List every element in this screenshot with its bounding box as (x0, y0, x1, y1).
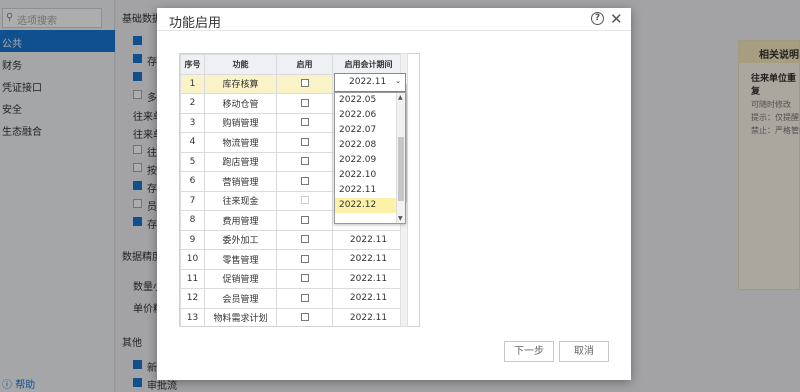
feature-name: 委外加工 (204, 229, 277, 250)
feature-name: 往来现金 (204, 190, 277, 211)
period-cell: 2022.11 (332, 229, 405, 250)
column-header: 功能 (204, 54, 277, 75)
feature-name: 会员管理 (204, 288, 277, 309)
enable-cell (276, 151, 333, 172)
column-header: 序号 (180, 54, 205, 75)
enable-cell (276, 307, 333, 326)
table-header-row: 序号 功能 启用 启用会计期间 (180, 54, 405, 75)
feature-enable-dialog: 功能启用 ? ✕ 序号 功能 启用 启用会计期间 1 库存核算 2 移动仓管 3… (157, 8, 631, 380)
feature-name: 促销管理 (204, 268, 277, 289)
enable-checkbox[interactable] (300, 118, 309, 127)
row-index: 12 (180, 288, 205, 309)
row-index: 7 (180, 190, 205, 211)
next-step-button[interactable]: 下一步 (504, 341, 554, 362)
enable-cell (276, 190, 333, 211)
period-dropdown-list: 2022.05 2022.06 2022.07 2022.08 2022.09 … (334, 92, 406, 224)
enable-checkbox[interactable] (300, 313, 309, 322)
enable-checkbox[interactable] (300, 274, 309, 283)
period-option[interactable]: 2022.11 (335, 183, 397, 198)
period-option[interactable]: 2022.06 (335, 108, 397, 123)
enable-cell (276, 132, 333, 153)
scrollbar-thumb[interactable] (398, 137, 404, 201)
enable-cell (276, 112, 333, 133)
row-index: 10 (180, 249, 205, 270)
period-option[interactable]: 2022.07 (335, 123, 397, 138)
table-row[interactable]: 12 会员管理 2022.11 (180, 288, 405, 309)
feature-name: 移动仓管 (204, 93, 277, 114)
table-row[interactable]: 10 零售管理 2022.11 (180, 249, 405, 270)
row-index: 11 (180, 268, 205, 289)
feature-name: 物料需求计划 (204, 307, 277, 326)
period-cell: 2022.11 (332, 307, 405, 326)
enable-checkbox (300, 196, 309, 205)
column-header: 启用会计期间 (332, 54, 405, 75)
row-index: 9 (180, 229, 205, 250)
enable-checkbox[interactable] (300, 79, 309, 88)
help-icon[interactable]: ? (591, 12, 604, 25)
period-select-value: 2022.11 (349, 77, 387, 87)
feature-name: 跑店管理 (204, 151, 277, 172)
table-row[interactable]: 9 委外加工 2022.11 (180, 229, 405, 250)
table-row[interactable]: 13 物料需求计划 2022.11 (180, 307, 405, 326)
enable-checkbox[interactable] (300, 98, 309, 107)
enable-checkbox[interactable] (300, 215, 309, 224)
period-option[interactable]: 2022.05 (335, 93, 397, 108)
period-option[interactable]: 2022.09 (335, 153, 397, 168)
period-cell: 2022.11 (332, 249, 405, 270)
cancel-button[interactable]: 取消 (559, 341, 609, 362)
scroll-up-icon[interactable]: ▲ (398, 94, 403, 101)
dialog-title: 功能启用 (169, 16, 222, 31)
feature-name: 费用管理 (204, 210, 277, 231)
enable-checkbox[interactable] (300, 176, 309, 185)
scroll-down-icon[interactable]: ▼ (398, 215, 403, 222)
table-row[interactable]: 11 促销管理 2022.11 (180, 268, 405, 289)
enable-checkbox[interactable] (300, 137, 309, 146)
period-cell: 2022.11 (332, 268, 405, 289)
enable-cell (276, 288, 333, 309)
row-index: 3 (180, 112, 205, 133)
divider (157, 30, 631, 31)
row-index: 8 (180, 210, 205, 231)
enable-cell (276, 229, 333, 250)
row-index: 1 (180, 73, 205, 94)
enable-checkbox[interactable] (300, 157, 309, 166)
column-header: 启用 (276, 54, 333, 75)
period-option[interactable]: 2022.10 (335, 168, 397, 183)
period-cell: 2022.11 (332, 288, 405, 309)
enable-cell (276, 210, 333, 231)
enable-cell (276, 249, 333, 270)
feature-name: 营销管理 (204, 171, 277, 192)
feature-name: 零售管理 (204, 249, 277, 270)
enable-cell (276, 268, 333, 289)
feature-name: 物流管理 (204, 132, 277, 153)
period-option-highlighted[interactable]: 2022.12 (335, 198, 397, 213)
period-select[interactable]: 2022.11 ⌄ (334, 73, 406, 92)
enable-cell (276, 73, 333, 94)
feature-name: 购销管理 (204, 112, 277, 133)
dropdown-scrollbar[interactable]: ▲ ▼ (396, 93, 405, 223)
row-index: 13 (180, 307, 205, 326)
period-option[interactable]: 2022.08 (335, 138, 397, 153)
chevron-down-icon: ⌄ (395, 77, 401, 85)
close-icon[interactable]: ✕ (610, 10, 623, 28)
enable-checkbox[interactable] (300, 235, 309, 244)
row-index: 4 (180, 132, 205, 153)
enable-cell (276, 171, 333, 192)
row-index: 6 (180, 171, 205, 192)
enable-cell (276, 93, 333, 114)
enable-checkbox[interactable] (300, 293, 309, 302)
row-index: 2 (180, 93, 205, 114)
enable-checkbox[interactable] (300, 254, 309, 263)
row-index: 5 (180, 151, 205, 172)
feature-name: 库存核算 (204, 73, 277, 94)
